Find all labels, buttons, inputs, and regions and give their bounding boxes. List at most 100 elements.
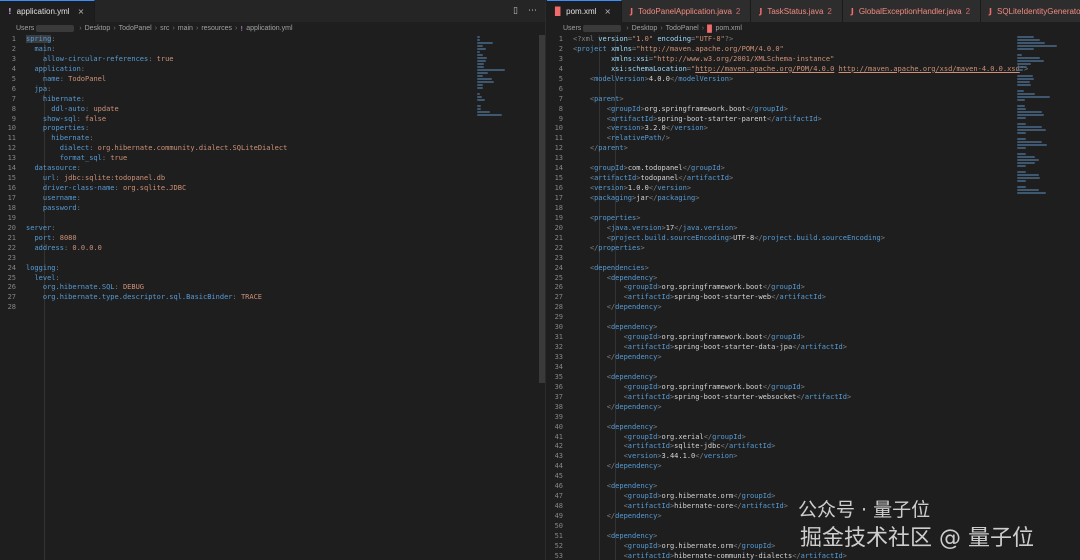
code-line: 29 bbox=[547, 313, 1080, 323]
code-line: 25 level: bbox=[0, 274, 545, 284]
code-token: < bbox=[573, 333, 628, 342]
close-icon[interactable]: × bbox=[78, 7, 85, 16]
breadcrumb-item[interactable]: Users bbox=[16, 25, 34, 32]
breadcrumb-separator: › bbox=[235, 25, 238, 32]
problem-count-badge: 2 bbox=[735, 6, 741, 16]
code-content: <project xmlns="http://maven.apache.org/… bbox=[573, 45, 1080, 55]
code-token: </ bbox=[674, 223, 683, 232]
line-number: 26 bbox=[554, 283, 563, 292]
code-token: </ bbox=[733, 541, 742, 550]
code-content: <dependency> bbox=[573, 373, 1080, 383]
more-actions-icon[interactable]: ⋯ bbox=[528, 6, 537, 16]
code-token: dependency bbox=[610, 531, 654, 540]
code-content: port: 8080 bbox=[26, 234, 545, 244]
line-number: 17 bbox=[7, 194, 16, 202]
code-token: > bbox=[728, 174, 734, 183]
tab-label: TaskStatus.java bbox=[767, 6, 824, 16]
minimap[interactable] bbox=[477, 35, 517, 135]
tab-pom-xml[interactable]: ▉ pom.xml × bbox=[547, 0, 623, 22]
code-token: TodoPanel bbox=[68, 74, 107, 83]
line-number: 13 bbox=[7, 154, 16, 163]
line-number: 28 bbox=[7, 303, 16, 312]
code-token: dependencies bbox=[594, 263, 645, 272]
code-token: ddl-auto bbox=[51, 104, 86, 113]
code-line: 7 <parent> bbox=[547, 95, 1080, 105]
breadcrumb-item[interactable]: Users bbox=[563, 25, 581, 32]
line-number: 25 bbox=[7, 273, 16, 282]
close-icon[interactable]: × bbox=[604, 7, 611, 16]
code-editor-xml[interactable]: 1 <?xml version="1.0" encoding="UTF-8"?> 2… bbox=[547, 35, 1080, 560]
breadcrumb-item[interactable]: application.yml bbox=[246, 25, 292, 32]
code-line: 6 jpa: bbox=[0, 85, 545, 95]
code-token: org.springframework.boot bbox=[661, 382, 763, 391]
minimap-line bbox=[1017, 54, 1023, 56]
breadcrumb-item[interactable]: TodoPanel bbox=[119, 25, 152, 32]
code-token: </ bbox=[695, 452, 704, 461]
code-line: 13 bbox=[547, 154, 1080, 164]
code-line: 16 driver-class-name: org.sqlite.JDBC bbox=[0, 184, 545, 194]
code-line: 53 <artifactId>hibernate-community-diale… bbox=[547, 552, 1080, 560]
code-token: : bbox=[89, 134, 94, 143]
code-content bbox=[573, 254, 1080, 264]
code-token: > bbox=[657, 512, 662, 520]
code-token: groupId bbox=[627, 283, 658, 292]
code-token: dependency bbox=[610, 482, 654, 491]
tab-sqliteidentitygenerator-[interactable]: J SQLiteIdentityGenerator. bbox=[981, 0, 1080, 22]
minimap[interactable] bbox=[1017, 35, 1057, 194]
tab-globalexceptionhandler-java[interactable]: J GlobalExceptionHandler.java 2 bbox=[842, 0, 982, 22]
vertical-scrollbar[interactable] bbox=[539, 35, 545, 383]
minimap-line bbox=[1017, 42, 1045, 44]
line-number: 13 bbox=[554, 154, 563, 163]
split-editor-icon[interactable]: ▯ bbox=[513, 6, 518, 16]
code-content: <groupId>org.springframework.boot</group… bbox=[573, 283, 1080, 293]
code-token: </ bbox=[720, 442, 729, 451]
code-token: < bbox=[573, 343, 628, 352]
code-content: </properties> bbox=[573, 244, 1080, 254]
code-content: hibernate: bbox=[26, 134, 545, 144]
code-token: artifactId bbox=[627, 442, 670, 451]
line-number: 23 bbox=[7, 253, 16, 262]
minimap-line bbox=[1017, 132, 1027, 134]
code-content bbox=[26, 214, 545, 224]
code-line: 46 <dependency> bbox=[547, 482, 1080, 492]
breadcrumb-item[interactable]: Desktop bbox=[632, 25, 658, 32]
breadcrumb-item[interactable]: main bbox=[178, 25, 193, 32]
code-token: : bbox=[148, 54, 157, 63]
breadcrumb-item[interactable]: TodoPanel bbox=[666, 25, 699, 32]
breadcrumb-item[interactable]: pom.xml bbox=[715, 25, 741, 32]
code-token: < bbox=[573, 492, 628, 501]
line-number: 46 bbox=[554, 482, 563, 491]
code-token: </ bbox=[771, 293, 780, 302]
code-token: driver-class-name bbox=[42, 184, 115, 193]
breadcrumb-item[interactable]: resources bbox=[201, 25, 232, 32]
minimap-line bbox=[1017, 66, 1028, 68]
tab-taskstatus-java[interactable]: J TaskStatus.java 2 bbox=[751, 0, 843, 22]
code-line: 40 <dependency> bbox=[547, 423, 1080, 433]
code-content: <groupId>org.springframework.boot</group… bbox=[573, 333, 1080, 343]
line-number: 3 bbox=[11, 54, 16, 63]
line-number: 6 bbox=[558, 84, 563, 93]
code-token: project.build.sourceEncoding bbox=[762, 233, 881, 242]
breadcrumb-item[interactable]: Desktop bbox=[85, 25, 111, 32]
tab-label: GlobalExceptionHandler.java bbox=[858, 6, 962, 16]
breadcrumb-item[interactable]: src bbox=[160, 25, 169, 32]
code-token: > bbox=[657, 462, 662, 471]
minimap-line bbox=[1017, 141, 1042, 143]
code-content: <version>1.0.0</version> bbox=[573, 184, 1080, 194]
tab-todopanelapplication-java[interactable]: J TodoPanelApplication.java 2 bbox=[622, 0, 752, 22]
code-token: < bbox=[573, 233, 611, 242]
line-number: 4 bbox=[558, 64, 563, 73]
code-token: > bbox=[653, 531, 658, 540]
code-content bbox=[573, 313, 1080, 323]
code-token: groupId bbox=[594, 164, 624, 173]
code-content bbox=[573, 204, 1080, 214]
minimap-line bbox=[477, 63, 484, 65]
code-token: > bbox=[703, 124, 708, 133]
code-token: spring-boot-starter-parent bbox=[657, 114, 767, 123]
code-token: > bbox=[800, 283, 805, 292]
tab-application-yml[interactable]: ! application.yml × bbox=[0, 0, 96, 22]
code-editor-yaml[interactable]: 1 spring: 2 main: 3 allow-circular-referenc… bbox=[0, 35, 545, 560]
minimap-line bbox=[477, 45, 484, 47]
line-number: 35 bbox=[554, 372, 563, 381]
